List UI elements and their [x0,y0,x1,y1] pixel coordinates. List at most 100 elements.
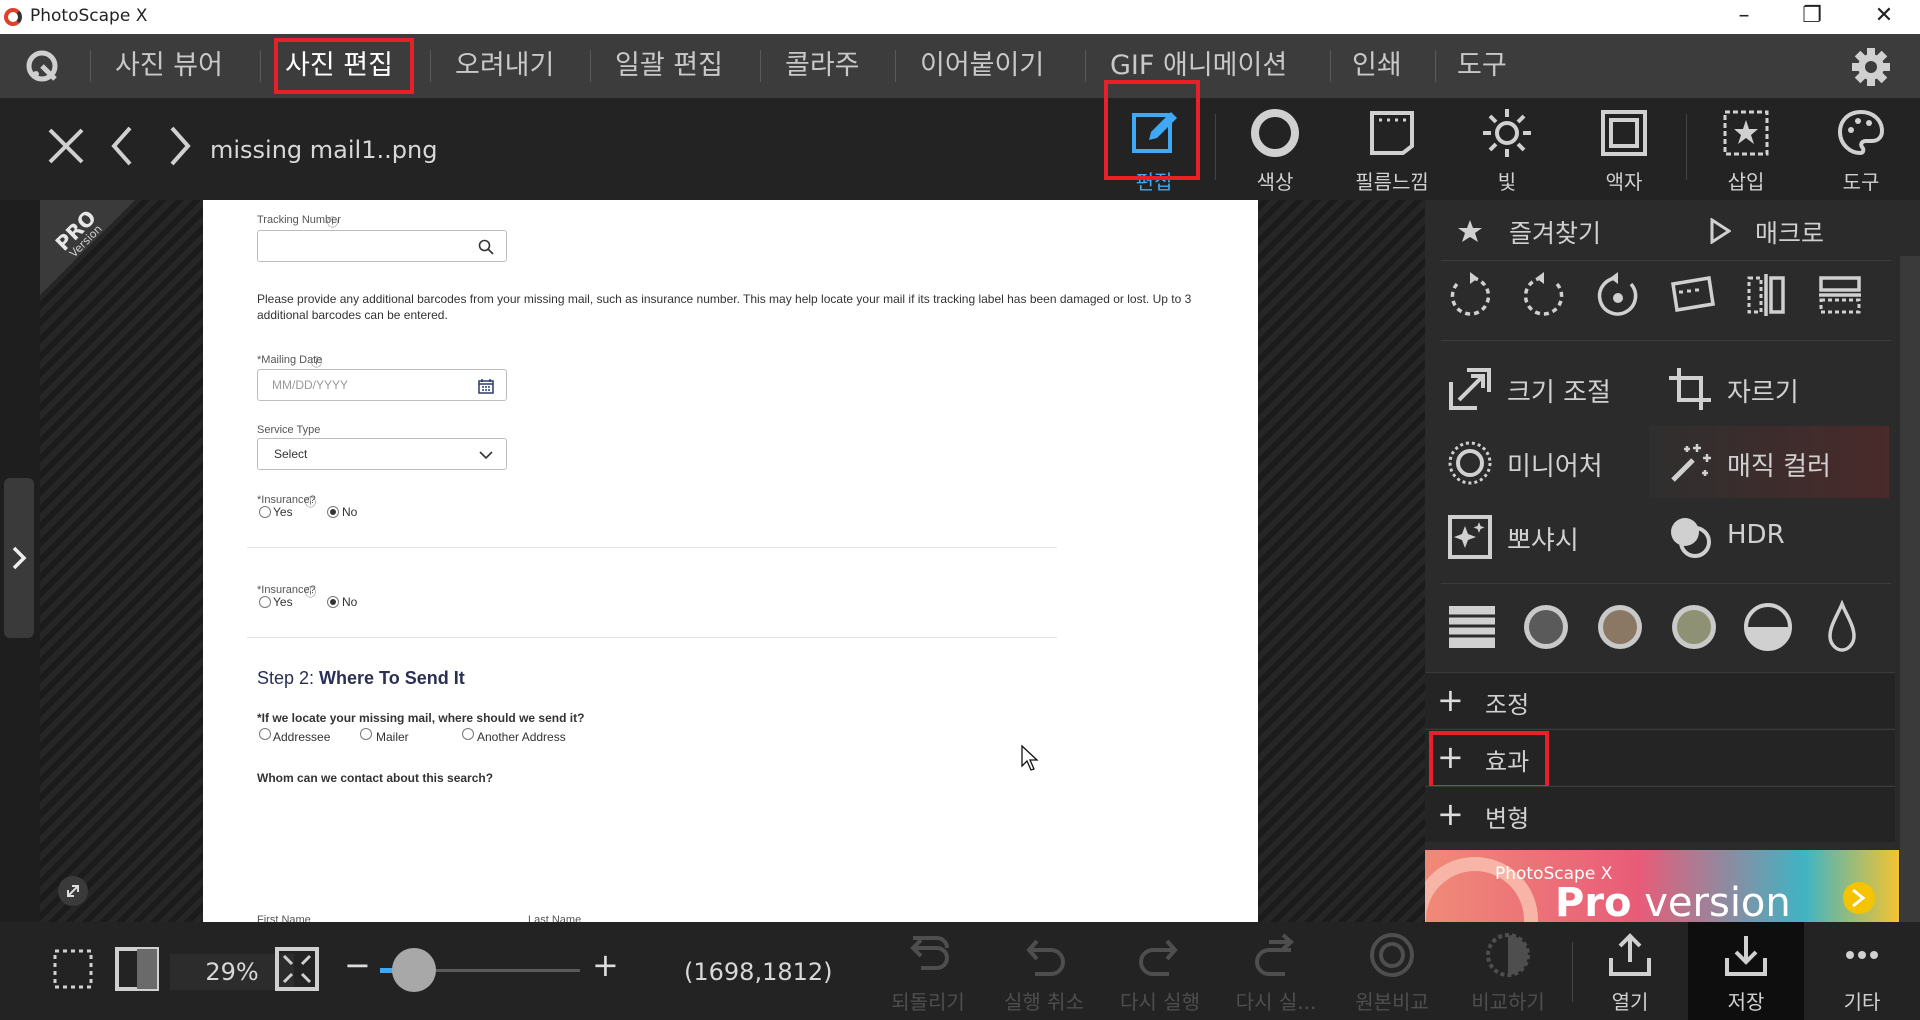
tool-tools[interactable]: 도구 [1811,106,1911,196]
zoom-out-button[interactable]: − [344,946,371,984]
barcode-instructions-line1: Please provide any additional barcodes f… [257,292,1192,306]
save-label: 저장 [1727,990,1765,1014]
frame-icon [1601,110,1647,156]
zoom-in-button[interactable]: + [592,946,619,984]
home-logo-icon[interactable] [22,46,62,86]
filter-gray-icon[interactable] [1519,600,1573,654]
image-canvas[interactable]: PRO Version Tracking Number ⓘ Please pro… [40,200,1425,922]
open-label: 열기 [1611,990,1649,1014]
filter-sepia-icon[interactable] [1593,600,1647,654]
compare-button[interactable]: 비교하기 [1450,930,1566,1020]
redo-all-button[interactable]: 다시 실... [1218,930,1334,1020]
menu-separator [1085,50,1086,82]
minimize-button[interactable]: – [1716,0,1772,34]
pro-version-banner[interactable]: PhotoScape X Pro version [1425,850,1899,922]
rotate-right-icon[interactable] [1519,270,1569,320]
section-effects[interactable]: + 효과 [1425,729,1895,789]
another-address-label: Another Address [477,730,566,744]
tool-color[interactable]: 색상 [1225,106,1325,196]
section-transform[interactable]: + 변형 [1425,786,1895,842]
rotate-left-icon[interactable] [1445,270,1495,320]
tool-film[interactable]: 필름느낌 [1342,106,1442,196]
hdr-button[interactable]: HDR [1645,506,1865,566]
settings-gear-icon[interactable] [1850,46,1892,88]
revert-button[interactable]: 되돌리기 [870,930,986,1020]
menu-print[interactable]: 인쇄 [1352,46,1402,86]
selection-marquee-icon[interactable] [50,946,96,992]
menu-collage[interactable]: 콜라주 [785,46,860,86]
filter-drop-icon[interactable] [1815,600,1869,654]
undo-button[interactable]: 실행 취소 [986,930,1102,1020]
menu-separator [760,50,761,82]
title-bar: PhotoScape X – ❐ ✕ [0,0,1920,34]
section-adjust[interactable]: + 조정 [1425,672,1895,728]
save-button[interactable]: 저장 [1688,930,1804,1020]
tracking-number-input [257,230,507,262]
addressee-label: Addressee [273,730,331,744]
banner-version-word: version [1631,880,1791,922]
magic-wand-icon [1671,444,1711,482]
insurance-no-label: No [342,505,358,519]
left-panel-expander[interactable] [4,478,34,638]
crop-icon [1669,368,1711,410]
insurance-yes-label-2: Yes [273,595,293,609]
step2-heading: Step 2: Where To Send It [257,668,465,689]
previous-file-icon[interactable] [102,124,146,168]
menu-photo-viewer[interactable]: 사진 뷰어 [115,46,223,86]
filter-tint-icon[interactable] [1667,600,1721,654]
menu-cut-out[interactable]: 오려내기 [455,46,554,86]
bloom-label: 뽀샤시 [1507,526,1579,556]
menu-separator [1330,50,1331,82]
tool-insert[interactable]: 삽입 [1696,106,1796,196]
section-adjust-label: 조정 [1485,691,1530,719]
flip-horizontal-icon[interactable] [1741,270,1791,320]
main-menu: 사진 뷰어 사진 편집 오려내기 일괄 편집 콜라주 이어붙이기 GIF 애니메… [0,34,1920,98]
close-window-button[interactable]: ✕ [1856,0,1912,34]
zoom-slider-knob[interactable] [392,948,436,992]
banner-big-text: Pro version [1555,880,1791,922]
banner-pro-word: Pro [1555,880,1632,922]
undo-icon [1026,939,1065,976]
insurance-yes-radio [259,506,271,518]
open-button[interactable]: 열기 [1572,930,1688,1020]
filter-half-icon[interactable] [1741,600,1795,654]
restore-button[interactable]: ❐ [1784,0,1840,34]
tool-light[interactable]: 빛 [1457,106,1557,196]
rotate-180-icon[interactable] [1593,270,1643,320]
menu-combine[interactable]: 이어붙이기 [920,46,1044,86]
resize-button[interactable]: 크기 조절 [1425,358,1645,418]
menu-separator [260,50,261,82]
tool-tools-label: 도구 [1842,170,1880,194]
miniature-label: 미니어처 [1507,452,1603,482]
more-button[interactable]: 기타 [1804,930,1920,1020]
open-upload-icon [1609,933,1651,976]
another-address-radio [462,728,474,740]
panel-divider [1441,340,1891,341]
magic-color-button[interactable]: 매직 컬러 [1649,426,1889,498]
macro-button[interactable]: 매크로 [1755,214,1824,250]
highlight-box [1429,731,1549,789]
more-dots-icon [1846,951,1878,959]
crop-button[interactable]: 자르기 [1645,358,1865,418]
service-type-select: Select [257,438,507,470]
menu-batch[interactable]: 일괄 편집 [615,46,723,86]
redo-icon [1139,939,1178,976]
bloom-button[interactable]: 뽀샤시 [1425,506,1645,566]
miniature-button[interactable]: 미니어처 [1425,432,1645,492]
editor-toolbar: missing mail1..png 편집 색상 필름느낌 빛 액자 삽입 도구 [0,80,1920,200]
straighten-icon[interactable] [1667,270,1717,320]
tool-frame[interactable]: 액자 [1574,106,1674,196]
panel-scrollbar[interactable] [1900,256,1920,922]
next-file-icon[interactable] [156,124,200,168]
menu-tools[interactable]: 도구 [1457,46,1507,86]
split-view-icon[interactable] [114,946,160,992]
filter-list-icon[interactable] [1445,600,1499,654]
compare-original-button[interactable]: 원본비교 [1334,930,1450,1020]
fullscreen-button[interactable] [58,876,88,906]
undo-label: 실행 취소 [1004,990,1084,1014]
favorites-button[interactable]: 즐겨찾기 [1509,214,1601,250]
fit-to-screen-icon[interactable] [274,946,320,992]
close-file-icon[interactable] [44,124,88,168]
redo-button[interactable]: 다시 실행 [1102,930,1218,1020]
flip-vertical-icon[interactable] [1815,270,1865,320]
